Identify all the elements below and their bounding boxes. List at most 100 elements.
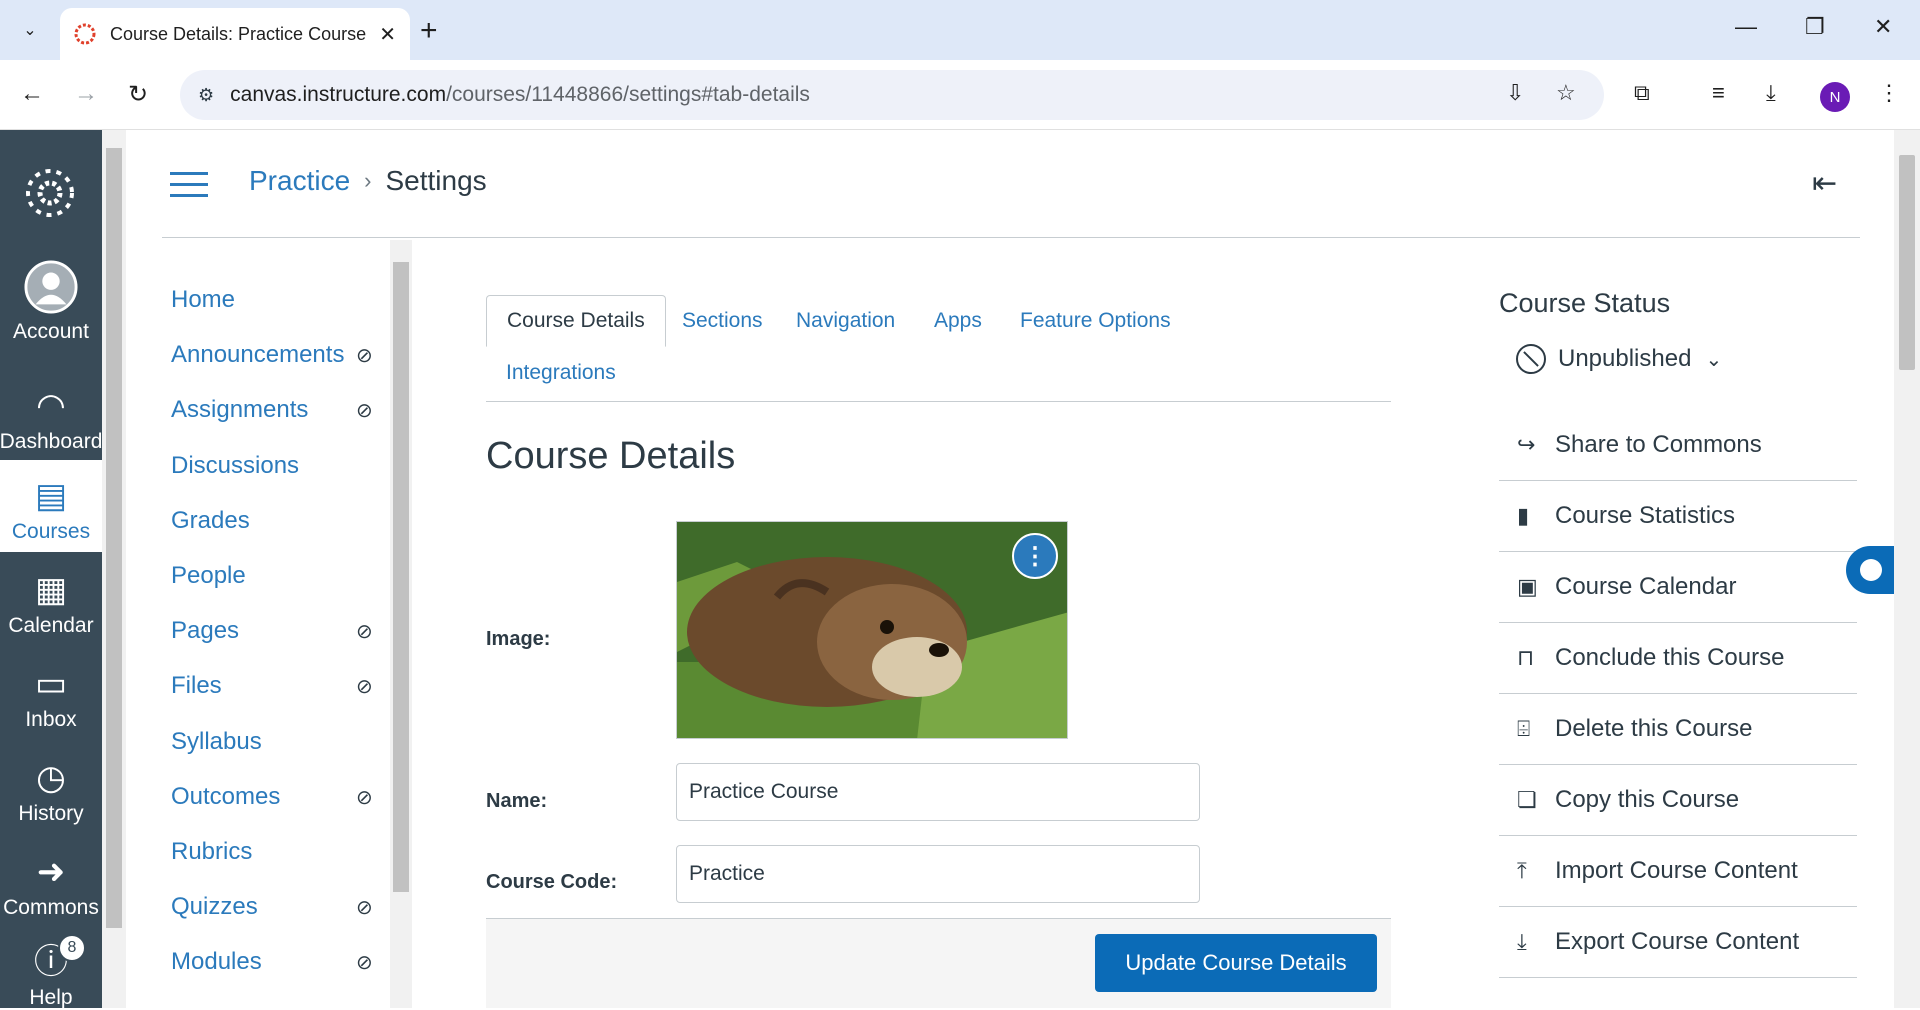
canvas-favicon-icon: [74, 23, 96, 45]
new-tab-button[interactable]: +: [420, 14, 438, 48]
site-info-icon[interactable]: ⚙: [198, 85, 214, 106]
import-course-content-link[interactable]: ⤒ Import Course Content: [1499, 836, 1857, 907]
course-status-title: Course Status: [1499, 288, 1671, 318]
global-nav-courses[interactable]: ▤ Courses: [0, 460, 102, 552]
address-bar[interactable]: ⚙ canvas.instructure.com/courses/1144886…: [180, 70, 1604, 120]
close-window-icon[interactable]: ✕: [1874, 14, 1892, 40]
scrollbar-thumb[interactable]: [393, 262, 409, 892]
export-course-content-link[interactable]: ⤓ Export Course Content: [1499, 907, 1857, 978]
url-path: /courses/11448866/settings#tab-details: [446, 83, 810, 106]
course-nav-modules[interactable]: Modules: [171, 948, 262, 976]
sidebar-link-label: Conclude this Course: [1555, 644, 1785, 671]
media-controls-icon[interactable]: ≡: [1712, 80, 1725, 106]
course-statistics-link[interactable]: ▮ Course Statistics: [1499, 481, 1857, 552]
extensions-icon[interactable]: ⧉: [1634, 80, 1650, 106]
browser-toolbar: ← → ↻ ⚙ canvas.instructure.com/courses/1…: [0, 60, 1920, 130]
global-nav-calendar[interactable]: ▦ Calendar: [0, 554, 102, 646]
install-app-icon[interactable]: ⇩: [1506, 80, 1524, 106]
breadcrumb-current: Settings: [385, 165, 487, 196]
course-image: [676, 521, 1068, 739]
collapse-sidebar-icon[interactable]: ⇤: [1812, 166, 1837, 201]
tab-search-dropdown[interactable]: ⌄: [12, 12, 48, 48]
profile-avatar[interactable]: N: [1820, 82, 1850, 112]
share-icon: ↪: [1517, 432, 1536, 457]
reload-icon[interactable]: ↻: [128, 80, 148, 109]
course-name-input[interactable]: [676, 763, 1200, 821]
breadcrumb-course-link[interactable]: Practice: [249, 165, 350, 197]
global-nav-help[interactable]: ⓘ Help: [0, 930, 102, 1010]
course-nav-rubrics[interactable]: Rubrics: [171, 838, 252, 866]
tab-integrations[interactable]: Integrations: [486, 347, 636, 399]
global-nav-scrollbar[interactable]: [102, 130, 126, 1008]
course-calendar-link[interactable]: ▣ Course Calendar: [1499, 552, 1857, 623]
course-nav-files[interactable]: Files: [171, 672, 222, 700]
course-status-dropdown[interactable]: Unpublished ⌄: [1516, 344, 1722, 374]
back-icon[interactable]: ←: [20, 80, 44, 108]
global-nav-label: Courses: [11, 520, 91, 543]
image-options-button[interactable]: ⋮: [1012, 533, 1058, 579]
upload-icon: ⤒: [1517, 858, 1527, 883]
url-host: canvas.instructure.com: [230, 83, 447, 106]
scrollbar-thumb[interactable]: [1899, 155, 1915, 370]
otter-image: [677, 522, 1067, 738]
page-scrollbar[interactable]: [1894, 130, 1920, 1008]
tab-feature-options[interactable]: Feature Options: [1000, 295, 1191, 347]
delete-course-link[interactable]: ⌹ Delete this Course: [1499, 694, 1857, 765]
course-code-label: Course Code:: [486, 871, 618, 893]
share-to-commons-link[interactable]: ↪ Share to Commons: [1499, 410, 1857, 481]
global-nav-dashboard[interactable]: ◠ Dashboard: [0, 370, 102, 462]
history-icon: ◷: [36, 759, 66, 797]
canvas-logo-icon[interactable]: [22, 165, 78, 221]
commons-icon: ➜: [36, 853, 66, 891]
browser-menu-icon[interactable]: ⋮: [1878, 80, 1900, 106]
close-tab-icon[interactable]: ✕: [379, 22, 396, 47]
forward-icon[interactable]: →: [74, 80, 98, 108]
scrollbar-thumb[interactable]: [106, 148, 122, 928]
global-nav-account[interactable]: Account: [0, 260, 102, 352]
course-nav-home[interactable]: Home: [171, 286, 235, 314]
tab-sections[interactable]: Sections: [662, 295, 783, 347]
global-nav-label: History: [18, 802, 84, 825]
restore-icon[interactable]: ❐: [1805, 14, 1825, 40]
course-nav-outcomes[interactable]: Outcomes: [171, 783, 280, 811]
course-status-value: Unpublished: [1558, 345, 1692, 372]
page-title: Course Details: [486, 435, 736, 477]
course-nav-pages[interactable]: Pages: [171, 617, 239, 645]
name-label: Name:: [486, 790, 548, 812]
copy-icon: ❏: [1517, 787, 1537, 812]
help-badge: 8: [58, 934, 86, 962]
course-nav-scrollbar[interactable]: [390, 240, 412, 1008]
header-divider: [162, 237, 1860, 238]
tab-navigation[interactable]: Navigation: [776, 295, 915, 347]
minimize-icon[interactable]: —: [1735, 14, 1757, 40]
hidden-eye-icon: ⊘: [356, 897, 373, 919]
course-nav-assignments[interactable]: Assignments: [171, 396, 308, 424]
course-nav-syllabus[interactable]: Syllabus: [171, 728, 262, 756]
global-nav-inbox[interactable]: ▭ Inbox: [0, 648, 102, 740]
conclude-course-link[interactable]: ⊓ Conclude this Course: [1499, 623, 1857, 694]
trash-icon: ⌹: [1517, 716, 1531, 741]
tab-apps[interactable]: Apps: [914, 295, 1002, 347]
update-course-details-button[interactable]: Update Course Details: [1095, 934, 1377, 992]
bookmark-star-icon[interactable]: ☆: [1556, 80, 1576, 106]
course-nav-discussions[interactable]: Discussions: [171, 452, 299, 480]
course-nav-quizzes[interactable]: Quizzes: [171, 893, 258, 921]
course-nav-people[interactable]: People: [171, 562, 246, 590]
tab-course-details[interactable]: Course Details: [486, 295, 666, 347]
global-nav-commons[interactable]: ➜ Commons: [0, 836, 102, 928]
breadcrumb: Practice › Settings: [249, 165, 487, 197]
hidden-eye-icon: ⊘: [356, 400, 373, 422]
course-nav-announcements[interactable]: Announcements: [171, 341, 344, 369]
feedback-chat-button[interactable]: [1846, 546, 1896, 594]
global-nav-label: Commons: [3, 896, 99, 919]
downloads-icon[interactable]: ⤓: [1766, 80, 1776, 106]
course-nav-grades[interactable]: Grades: [171, 507, 250, 535]
global-nav-history[interactable]: ◷ History: [0, 742, 102, 834]
download-icon: ⤓: [1517, 929, 1527, 954]
calendar-icon: ▣: [1517, 574, 1538, 599]
hamburger-menu-icon[interactable]: [170, 172, 208, 202]
copy-course-link[interactable]: ❏ Copy this Course: [1499, 765, 1857, 836]
sidebar-link-label: Course Calendar: [1555, 573, 1737, 600]
browser-tab[interactable]: Course Details: Practice Course ✕: [60, 8, 410, 60]
course-code-input[interactable]: [676, 845, 1200, 903]
